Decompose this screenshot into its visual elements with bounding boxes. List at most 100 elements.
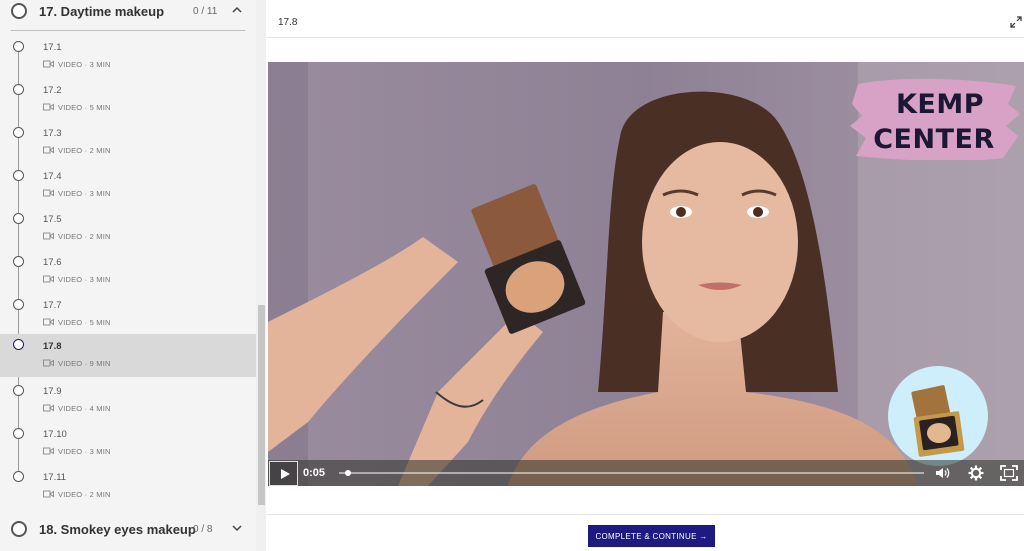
lesson-item-17-6[interactable]: 17.6 VIDEO · 3 MIN (0, 253, 256, 296)
current-time: 0:05 (303, 467, 326, 479)
lesson-meta: VIDEO · 4 MIN (43, 403, 111, 413)
video-camera-icon (43, 275, 54, 283)
product-badge (888, 366, 988, 466)
lesson-item-17-2[interactable]: 17.2 VIDEO · 5 MIN (0, 81, 256, 124)
lesson-item-17-9[interactable]: 17.9 VIDEO · 4 MIN (0, 382, 256, 425)
lesson-item-17-5[interactable]: 17.5 VIDEO · 2 MIN (0, 210, 256, 253)
chapter-progress-count: 0 / 8 (193, 524, 213, 535)
lesson-meta-text: VIDEO · 9 MIN (58, 358, 111, 368)
lesson-meta-text: VIDEO · 2 MIN (58, 231, 111, 241)
lesson-status-circle (13, 299, 24, 310)
lesson-number: 17.3 (43, 128, 62, 139)
lesson-meta: VIDEO · 2 MIN (43, 145, 111, 155)
lesson-item-17-8[interactable]: 17.8 VIDEO · 9 MIN (0, 334, 256, 377)
lesson-meta-text: VIDEO · 5 MIN (58, 317, 111, 327)
compact-product-graphic (911, 385, 965, 457)
lesson-status-circle (13, 385, 24, 396)
video-camera-icon (43, 490, 54, 498)
lesson-status-circle (13, 170, 24, 181)
chapter-progress-count: 0 / 11 (193, 6, 218, 17)
fullscreen-icon[interactable] (1000, 464, 1018, 482)
progress-knob[interactable] (344, 470, 351, 476)
lesson-item-17-1[interactable]: 17.1 VIDEO · 3 MIN (0, 38, 256, 81)
lesson-number: 17.6 (43, 257, 62, 268)
chapter-18[interactable]: 18. Smokey eyes makeup 0 / 8 (0, 520, 256, 550)
lesson-number: 17.11 (43, 472, 67, 483)
lesson-item-17-11[interactable]: 17.11 VIDEO · 2 MIN (0, 468, 256, 511)
video-camera-icon (43, 103, 54, 111)
lesson-number: 17.2 (43, 85, 62, 96)
course-sidebar: 17. Daytime makeup 0 / 11 17.1 VIDEO · 3… (0, 0, 256, 551)
chapter-status-circle (11, 3, 27, 19)
lesson-item-17-7[interactable]: 17.7 VIDEO · 5 MIN (0, 296, 256, 339)
lesson-meta: VIDEO · 3 MIN (43, 446, 111, 456)
lesson-meta-text: VIDEO · 2 MIN (58, 145, 111, 155)
lesson-number: 17.10 (43, 429, 67, 440)
video-camera-icon (43, 189, 54, 197)
lesson-status-circle (13, 256, 24, 267)
video-camera-icon (43, 60, 54, 68)
lesson-meta-text: VIDEO · 5 MIN (58, 102, 111, 112)
video-controls: 0:05 (268, 460, 1024, 486)
lesson-meta-text: VIDEO · 4 MIN (58, 403, 111, 413)
play-icon (281, 469, 290, 479)
lesson-content: 17.8 KEMP CENTER 0:05 COMPLETE & CONTINU… (266, 0, 1024, 551)
lesson-meta-text: VIDEO · 3 MIN (58, 59, 111, 69)
lesson-status-circle (13, 84, 24, 95)
video-camera-icon (43, 318, 54, 326)
lesson-number: 17.7 (43, 300, 62, 311)
lesson-number: 17.8 (43, 341, 62, 352)
lesson-number: 17.5 (43, 214, 62, 225)
sidebar-scrollbar-thumb[interactable] (258, 305, 265, 505)
lesson-meta-text: VIDEO · 3 MIN (58, 188, 111, 198)
chevron-up-icon[interactable] (232, 5, 242, 15)
lesson-number: 17.1 (43, 42, 62, 53)
video-camera-icon (43, 146, 54, 154)
lesson-meta: VIDEO · 5 MIN (43, 317, 111, 327)
lesson-item-17-3[interactable]: 17.3 VIDEO · 2 MIN (0, 124, 256, 167)
lesson-meta: VIDEO · 3 MIN (43, 188, 111, 198)
lesson-meta: VIDEO · 2 MIN (43, 231, 111, 241)
app: 17. Daytime makeup 0 / 11 17.1 VIDEO · 3… (0, 0, 1024, 551)
lesson-meta-text: VIDEO · 3 MIN (58, 274, 111, 284)
lesson-meta: VIDEO · 2 MIN (43, 489, 111, 499)
video-camera-icon (43, 359, 54, 367)
complete-and-continue-button[interactable]: COMPLETE & CONTINUE → (588, 525, 715, 547)
expand-icon[interactable] (1010, 16, 1022, 28)
chapter-title: 17. Daytime makeup (39, 4, 165, 19)
video-player[interactable]: KEMP CENTER 0:05 (268, 62, 1024, 486)
lesson-item-17-10[interactable]: 17.10 VIDEO · 3 MIN (0, 425, 256, 468)
lesson-status-circle (13, 213, 24, 224)
lesson-status-circle (13, 41, 24, 52)
lesson-meta: VIDEO · 5 MIN (43, 102, 111, 112)
lesson-status-circle (13, 471, 24, 482)
lesson-status-circle (13, 428, 24, 439)
lesson-status-circle (13, 339, 24, 350)
lesson-meta: VIDEO · 3 MIN (43, 59, 111, 69)
volume-icon[interactable] (934, 464, 952, 482)
progress-bar[interactable] (339, 470, 924, 476)
lesson-number: 17.9 (43, 386, 62, 397)
lesson-item-17-4[interactable]: 17.4 VIDEO · 3 MIN (0, 167, 256, 210)
chapter-divider (11, 30, 245, 31)
chapter-17[interactable]: 17. Daytime makeup 0 / 11 (0, 2, 256, 32)
lesson-status-circle (13, 127, 24, 138)
settings-gear-icon[interactable] (967, 464, 985, 482)
play-button[interactable] (269, 461, 298, 486)
lesson-title: 17.8 (278, 17, 298, 28)
footer-divider (266, 514, 1024, 515)
chapter-status-circle (11, 521, 27, 537)
lesson-meta: VIDEO · 3 MIN (43, 274, 111, 284)
chevron-down-icon[interactable] (232, 523, 242, 533)
logo-line-1: KEMP (895, 89, 985, 120)
lesson-header: 17.8 (266, 8, 1024, 38)
lesson-meta-text: VIDEO · 2 MIN (58, 489, 111, 499)
kemp-center-logo: KEMP CENTER (848, 74, 1020, 160)
video-camera-icon (43, 447, 54, 455)
lesson-meta-text: VIDEO · 3 MIN (58, 446, 111, 456)
lesson-number: 17.4 (43, 171, 62, 182)
chapter-title: 18. Smokey eyes makeup (39, 522, 196, 537)
lesson-meta: VIDEO · 9 MIN (43, 358, 111, 368)
logo-line-2: CENTER (873, 124, 995, 155)
video-camera-icon (43, 232, 54, 240)
